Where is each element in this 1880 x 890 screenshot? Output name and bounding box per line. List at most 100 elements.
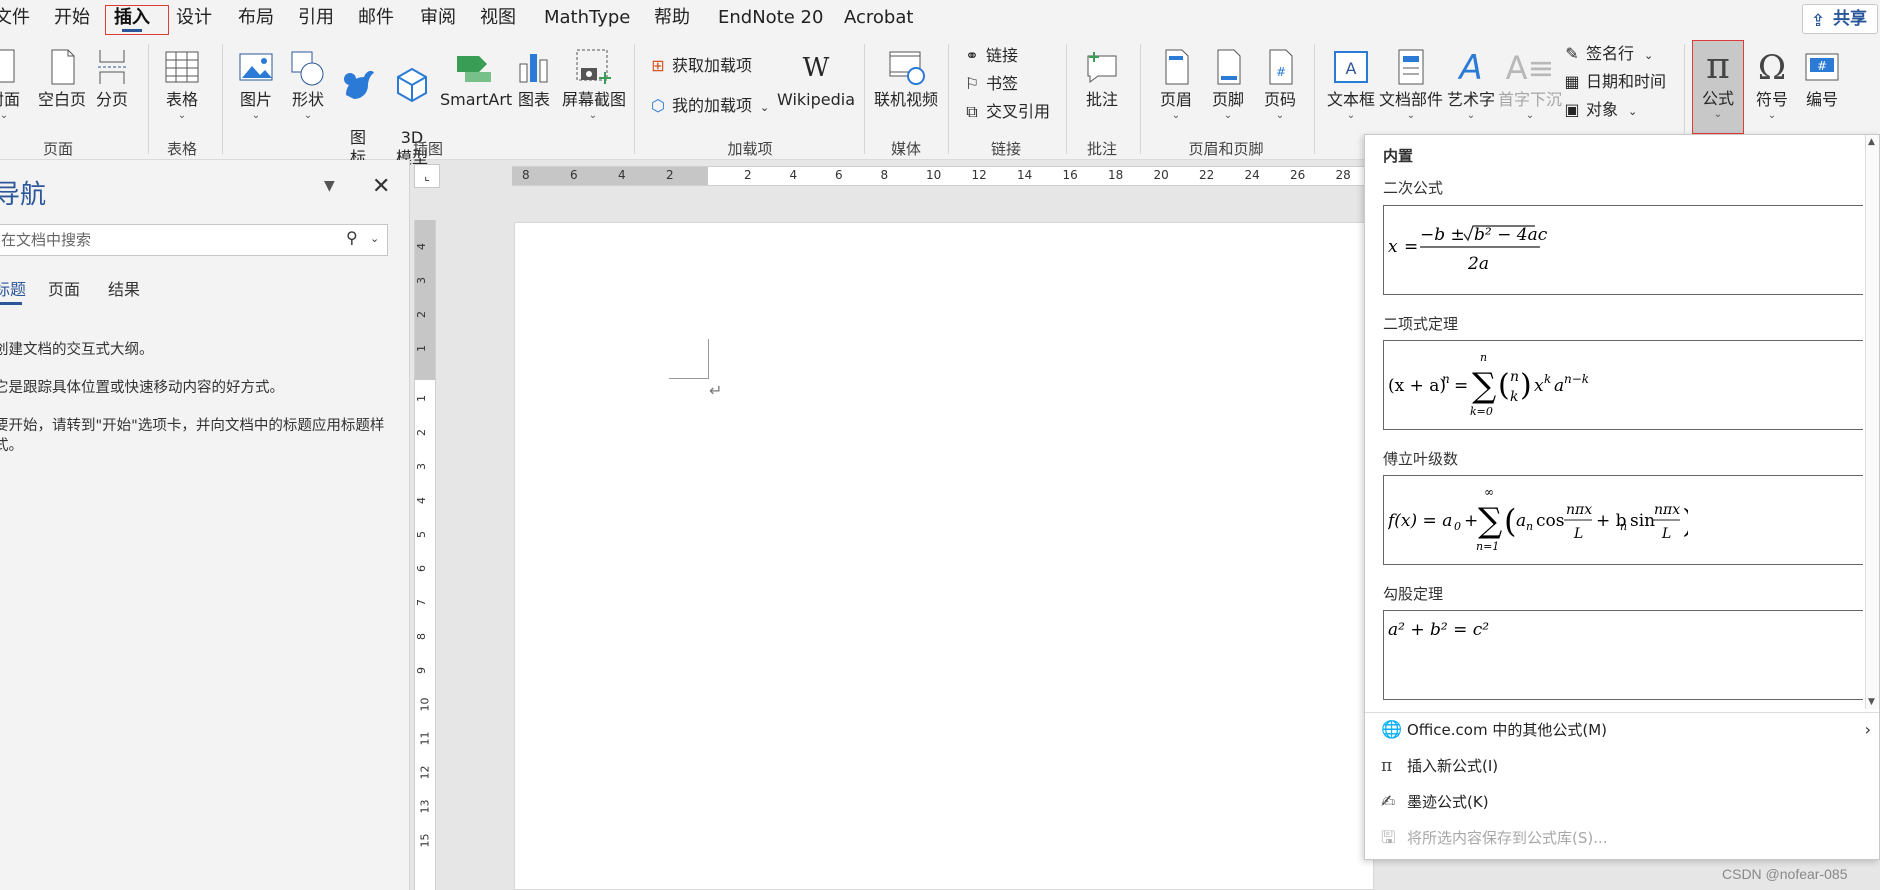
textbox-button[interactable]: A 文本框 ⌄ xyxy=(1326,46,1376,122)
svg-text:cos: cos xyxy=(1536,511,1564,531)
ink-equation-item[interactable]: ✍ 墨迹公式(K) xyxy=(1381,787,1871,817)
v-ruler-tick: 12 xyxy=(418,765,432,780)
word-window: 文件 开始 插入 设计 布局 引用 邮件 审阅 视图 MathType 帮助 E… xyxy=(0,0,1880,890)
page-break-button[interactable]: 分页 xyxy=(92,46,132,110)
nav-tab-results[interactable]: 结果 xyxy=(108,276,140,300)
svg-text:sin: sin xyxy=(1630,511,1655,531)
cover-page-icon xyxy=(0,49,15,83)
nav-tab-headings[interactable]: 标题 xyxy=(0,276,26,300)
omega-icon: Ω xyxy=(1757,48,1787,88)
svg-text:k=0: k=0 xyxy=(1470,405,1493,418)
wordart-button[interactable]: A 艺术字 ⌄ xyxy=(1444,46,1498,122)
equation-quadratic[interactable]: x = −b ± b² − 4ac 2a xyxy=(1383,205,1863,295)
cover-page-button[interactable]: 封面⌄ xyxy=(0,46,22,122)
bookmark-button[interactable]: ⚐ 书签 xyxy=(962,72,1018,96)
cross-reference-button[interactable]: ⧉ 交叉引用 xyxy=(962,100,1050,124)
chart-icon xyxy=(519,54,548,83)
scroll-up-icon[interactable]: ▲ xyxy=(1868,137,1875,147)
nav-search-input[interactable]: 在文档中搜索 xyxy=(0,224,388,256)
object-button[interactable]: ▣ 对象 ⌄ xyxy=(1562,98,1637,122)
search-options-chevron-icon[interactable]: ⌄ xyxy=(370,232,379,245)
svg-text:∑: ∑ xyxy=(1478,501,1502,541)
equation-button-highlight[interactable]: π 公式 ⌄ xyxy=(1692,40,1744,134)
screenshot-button[interactable]: 屏幕截图 ⌄ xyxy=(562,46,626,122)
picture-button[interactable]: 图片 ⌄ xyxy=(234,46,278,122)
search-icon[interactable]: ⚲ xyxy=(346,228,358,247)
scroll-down-icon[interactable]: ▼ xyxy=(1868,697,1875,707)
signature-line-button[interactable]: ✎ 签名行 ⌄ xyxy=(1562,42,1653,66)
menu-mathtype[interactable]: MathType xyxy=(544,0,630,36)
blank-page-button[interactable]: 空白页 xyxy=(36,46,88,110)
menu-endnote[interactable]: EndNote 20 xyxy=(718,0,823,36)
comment-button[interactable]: 批注 xyxy=(1078,46,1126,110)
menu-layout[interactable]: 布局 xyxy=(238,0,274,36)
menu-view[interactable]: 视图 xyxy=(480,0,516,36)
quick-parts-button[interactable]: 文档部件 ⌄ xyxy=(1378,46,1444,122)
nav-options-chevron-icon[interactable]: ▼ xyxy=(324,178,335,194)
h-ruler-tick: 26 xyxy=(1290,168,1306,182)
svg-text:k: k xyxy=(1544,372,1551,386)
footer-button[interactable]: 页脚 ⌄ xyxy=(1206,46,1250,122)
more-equations-office-item[interactable]: 🌐 Office.com 中的其他公式(M) › xyxy=(1381,715,1871,745)
share-label: 共享 xyxy=(1833,9,1867,29)
online-video-button[interactable]: 联机视频 xyxy=(872,46,940,110)
menu-home[interactable]: 开始 xyxy=(54,0,90,36)
wikipedia-button[interactable]: W Wikipedia xyxy=(776,46,856,110)
vertical-ruler[interactable]: 4 3 2 1 1 2 3 4 5 6 7 8 9 10 11 12 13 15 xyxy=(414,220,436,890)
menu-review[interactable]: 审阅 xyxy=(420,0,456,36)
h-ruler-tick: 6 xyxy=(570,168,578,182)
equation-fourier[interactable]: f(x) = a 0 + ∞ ∑ n=1 ( a n cos nπx L + b… xyxy=(1383,475,1863,565)
header-button[interactable]: 页眉 ⌄ xyxy=(1154,46,1198,122)
v-ruler-tick: 8 xyxy=(415,633,428,640)
equation-button[interactable]: π 公式 ⌄ xyxy=(1693,45,1743,121)
get-addins-button[interactable]: ⊞ 获取加载项 xyxy=(648,54,752,78)
equation-binomial[interactable]: (x + a) n = n ∑ k=0 ( n k ) x k a n−k xyxy=(1383,340,1863,430)
share-button[interactable]: ⇪ 共享 xyxy=(1802,4,1878,34)
document-page[interactable]: ↵ xyxy=(514,222,1374,890)
h-ruler-tick: 8 xyxy=(522,168,530,182)
tab-selector[interactable]: ⌞ xyxy=(414,164,440,188)
menu-file[interactable]: 文件 xyxy=(0,0,30,36)
number-button[interactable]: # 编号 xyxy=(1800,46,1844,110)
link-button[interactable]: ⚭ 链接 xyxy=(962,44,1018,68)
menu-help[interactable]: 帮助 xyxy=(654,0,690,36)
addin-store-icon: ⊞ xyxy=(651,56,665,75)
wordart-icon: A xyxy=(1459,48,1483,88)
date-time-button[interactable]: ▦ 日期和时间 xyxy=(1562,70,1666,94)
nav-close-icon[interactable]: ✕ xyxy=(372,174,390,199)
globe-icon: 🌐 xyxy=(1381,720,1403,740)
shapes-button[interactable]: 形状 ⌄ xyxy=(286,46,330,122)
svg-text:#: # xyxy=(1276,65,1286,79)
v-ruler-tick: 2 xyxy=(415,311,428,318)
table-button[interactable]: 表格 ⌄ xyxy=(160,46,204,122)
chart-button[interactable]: 图表 xyxy=(514,46,554,110)
gallery-scrollbar[interactable]: ▲ ▼ xyxy=(1865,135,1879,709)
menu-acrobat[interactable]: Acrobat xyxy=(844,0,913,36)
v-ruler-tick: 13 xyxy=(418,799,432,814)
equation-pythagorean[interactable]: a² + b² = c² xyxy=(1383,610,1863,700)
insert-new-equation-item[interactable]: π 插入新公式(I) xyxy=(1381,751,1871,781)
gallery-header: 内置 xyxy=(1383,147,1414,165)
menu-design[interactable]: 设计 xyxy=(176,0,212,36)
menu-mailings[interactable]: 邮件 xyxy=(358,0,394,36)
horizontal-ruler[interactable]: 8 6 4 2 2 4 6 8 10 12 14 16 18 20 22 24 26 28 xyxy=(512,166,1372,186)
smartart-button[interactable]: SmartArt xyxy=(440,46,512,110)
online-video-icon xyxy=(889,51,925,85)
group-label-illustrations: 插图 xyxy=(412,140,444,158)
symbol-button[interactable]: Ω 符号 ⌄ xyxy=(1750,46,1794,122)
number-icon: # xyxy=(1805,53,1839,81)
menu-references[interactable]: 引用 xyxy=(298,0,334,36)
svg-text:L: L xyxy=(1661,526,1671,542)
svg-text:0: 0 xyxy=(1454,520,1461,533)
h-ruler-tick: 8 xyxy=(880,168,889,182)
nav-tab-pages[interactable]: 页面 xyxy=(48,276,80,300)
my-addins-button[interactable]: ⬡ 我的加载项 ⌄ xyxy=(648,94,769,118)
group-label-links: 链接 xyxy=(990,140,1022,158)
eq-name-pythagorean: 勾股定理 xyxy=(1383,585,1444,603)
footer-icon xyxy=(1217,49,1241,85)
svg-text:#: # xyxy=(1817,59,1827,73)
v-ruler-tick: 1 xyxy=(415,345,428,352)
svg-text:x: x xyxy=(1534,376,1544,396)
v-ruler-tick: 1 xyxy=(415,395,428,402)
page-number-button[interactable]: # 页码 ⌄ xyxy=(1258,46,1302,122)
